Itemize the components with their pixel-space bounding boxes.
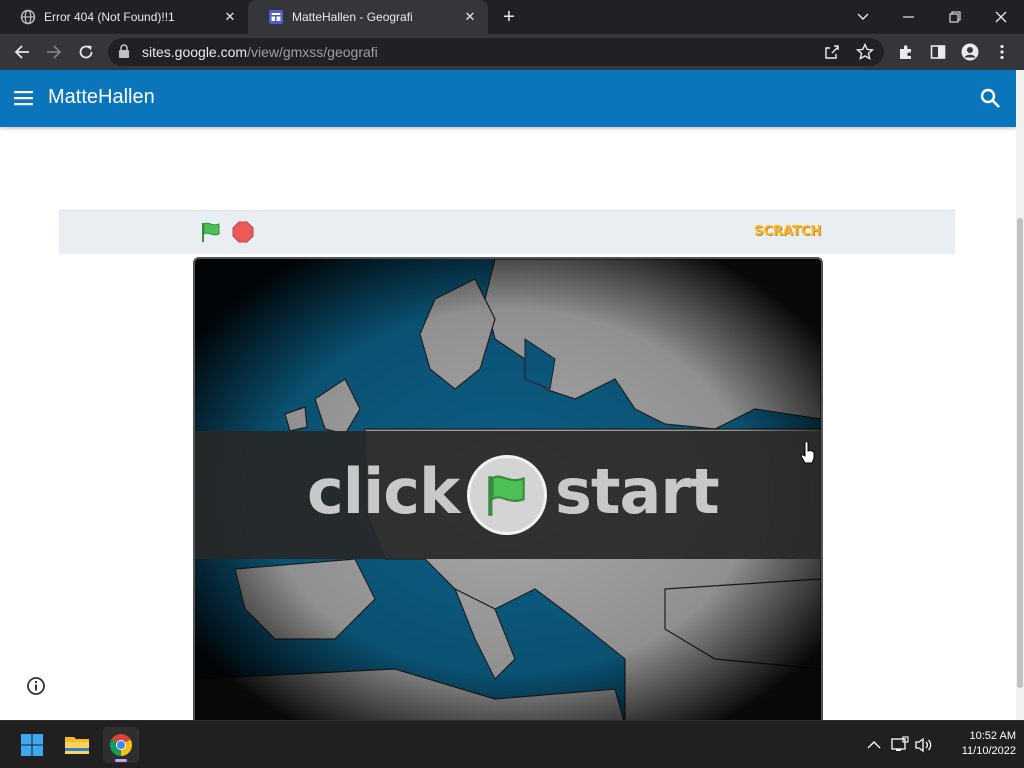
browser-toolbar: sites.google.com/view/gmxss/geografi [0, 34, 1024, 70]
url-path: /view/gmxss/geografi [247, 44, 378, 60]
hand-cursor-icon [800, 442, 815, 464]
side-panel-icon [930, 45, 946, 59]
close-tab-icon[interactable]: ✕ [222, 9, 238, 25]
overlay-text-start: start [555, 455, 720, 528]
google-sites-icon [269, 10, 283, 24]
active-app-indicator [115, 759, 127, 762]
new-tab-button[interactable]: + [498, 6, 520, 28]
windows-logo-icon [21, 734, 43, 756]
folder-icon [65, 737, 89, 754]
stop-sign-icon[interactable] [232, 221, 254, 243]
minimize-icon [903, 16, 914, 18]
close-window-button[interactable] [978, 0, 1024, 34]
tab-strip: Error 404 (Not Found)!!1 ✕ MatteHallen -… [0, 0, 1024, 34]
chrome-taskbar-button[interactable] [103, 727, 139, 763]
chrome-icon [110, 734, 132, 756]
close-icon [995, 11, 1007, 23]
side-panel-button[interactable] [926, 40, 950, 64]
address-bar[interactable]: sites.google.com/view/gmxss/geografi [108, 38, 884, 66]
lock-icon[interactable] [118, 44, 130, 59]
site-header: MatteHallen [0, 70, 1016, 127]
tab-error-404[interactable]: Error 404 (Not Found)!!1 ✕ [0, 0, 248, 34]
tab-search-button[interactable] [840, 0, 886, 34]
chevron-down-icon [857, 13, 869, 20]
green-flag-icon [488, 475, 525, 516]
url-text: sites.google.com/view/gmxss/geografi [142, 44, 378, 60]
minimize-button[interactable] [886, 0, 932, 34]
back-button[interactable] [10, 40, 34, 64]
kebab-menu-icon [1000, 44, 1004, 60]
restore-button[interactable] [932, 0, 978, 34]
green-flag-icon[interactable] [199, 221, 223, 243]
site-title[interactable]: MatteHallen [48, 86, 155, 109]
profile-button[interactable] [958, 40, 982, 64]
globe-icon [20, 9, 36, 25]
tab-mattehallen[interactable]: MatteHallen - Geografi ✕ [248, 0, 488, 34]
taskbar-clock[interactable]: 10:52 AM 11/10/2022 [936, 729, 1016, 759]
reload-button[interactable] [74, 40, 98, 64]
restore-icon [949, 11, 961, 23]
extensions-button[interactable] [894, 40, 918, 64]
overlay-text-click: click [307, 455, 460, 528]
file-explorer-button[interactable] [59, 727, 95, 763]
scratch-stage[interactable]: click start [193, 257, 823, 727]
start-button[interactable] [14, 727, 50, 763]
hamburger-menu-icon[interactable] [14, 88, 34, 108]
windows-taskbar: 10:52 AM 11/10/2022 [0, 720, 1024, 768]
chevron-up-icon[interactable] [864, 735, 884, 755]
page-scrollbar[interactable] [1016, 70, 1024, 720]
forward-button[interactable] [42, 40, 66, 64]
close-tab-icon[interactable]: ✕ [462, 9, 478, 25]
url-host: sites.google.com [142, 44, 248, 60]
start-flag-button[interactable] [467, 455, 547, 535]
search-icon[interactable] [978, 86, 1002, 110]
scrollbar-thumb[interactable] [1017, 218, 1023, 688]
tab-title: MatteHallen - Geografi [292, 10, 413, 24]
share-icon[interactable] [824, 44, 840, 60]
volume-icon[interactable] [914, 735, 934, 755]
clock-date: 11/10/2022 [961, 745, 1016, 757]
scratch-logo[interactable]: SCRATCH [754, 222, 821, 242]
tab-title: Error 404 (Not Found)!!1 [44, 10, 175, 24]
network-icon[interactable] [890, 735, 910, 755]
arrow-left-icon [14, 45, 29, 59]
arrow-right-icon [47, 45, 62, 59]
puzzle-icon [900, 45, 911, 59]
info-icon[interactable] [26, 676, 46, 696]
chrome-menu-button[interactable] [990, 40, 1014, 64]
clock-time: 10:52 AM [969, 730, 1016, 742]
bookmark-star-icon[interactable] [856, 43, 874, 61]
reload-icon [79, 45, 93, 59]
profile-avatar-icon [961, 43, 979, 61]
